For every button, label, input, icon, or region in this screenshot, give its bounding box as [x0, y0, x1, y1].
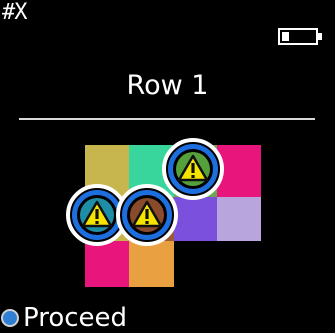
grid-cell-lavender — [217, 197, 261, 241]
proceed-button[interactable]: Proceed — [0, 303, 127, 333]
grid-cell-orange — [129, 241, 174, 287]
warning-badge-3[interactable] — [162, 138, 224, 200]
warning-icon — [80, 198, 114, 232]
proceed-label: Proceed — [23, 303, 128, 333]
warning-icon — [176, 152, 210, 186]
grid-cell-pink-bottom — [85, 241, 129, 287]
warning-badge-2[interactable] — [116, 184, 178, 246]
color-grid — [0, 0, 335, 333]
warning-icon — [130, 198, 164, 232]
grid-cell-violet — [174, 197, 217, 241]
circle-button-icon — [1, 309, 19, 327]
